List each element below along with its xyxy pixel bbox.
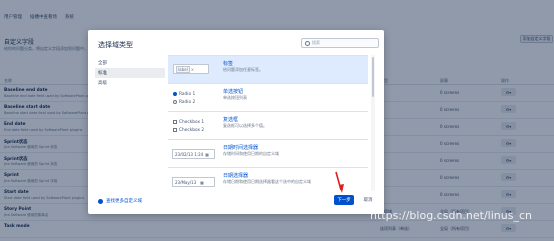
- annotation-arrow: [335, 171, 344, 193]
- watermark: https://blog.csdn.net/linus_cn: [370, 209, 532, 222]
